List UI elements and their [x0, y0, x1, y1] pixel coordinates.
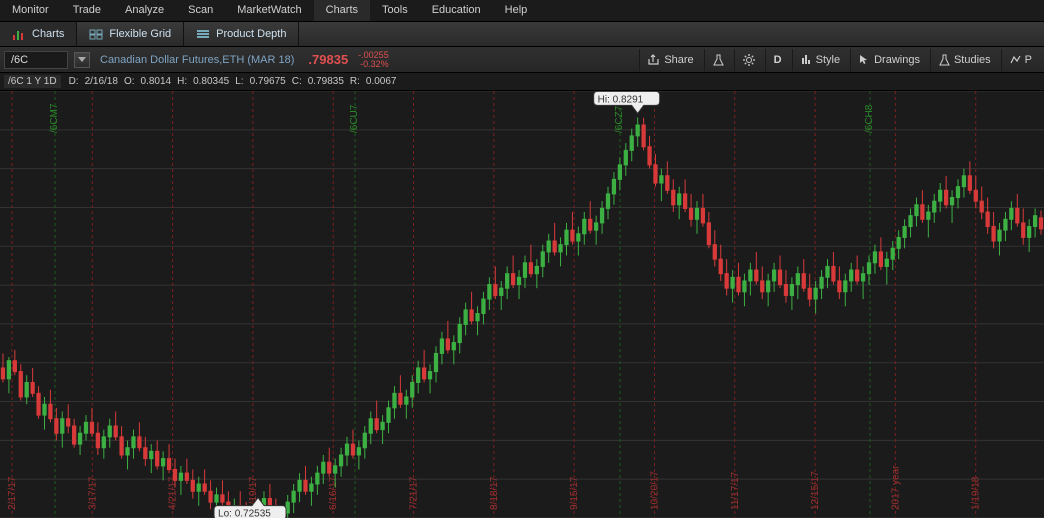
- menu-charts[interactable]: Charts: [314, 0, 370, 21]
- menu-help[interactable]: Help: [493, 0, 540, 21]
- tab-product-depth[interactable]: Product Depth: [184, 22, 299, 46]
- svg-text:12/15/17: 12/15/17: [810, 471, 821, 510]
- menu-monitor[interactable]: Monitor: [0, 0, 61, 21]
- ohlc-low: 0.79675: [248, 76, 288, 87]
- menu-marketwatch[interactable]: MarketWatch: [225, 0, 313, 21]
- menu-education[interactable]: Education: [420, 0, 493, 21]
- studies-button[interactable]: Studies: [930, 49, 999, 71]
- svg-text:10/20/17: 10/20/17: [649, 471, 660, 510]
- ohlc-range: 0.0067: [364, 76, 399, 87]
- menu-analyze[interactable]: Analyze: [113, 0, 176, 21]
- last-price: .79835: [304, 52, 352, 67]
- share-icon: [648, 54, 660, 65]
- flask-icon: [713, 54, 724, 66]
- ohlc-open: 0.8014: [139, 76, 174, 87]
- svg-text:6/16/17: 6/16/17: [328, 476, 339, 510]
- price-change-pct: -0.32%: [358, 60, 389, 69]
- svg-text:8/18/17: 8/18/17: [489, 476, 500, 510]
- symbol-input[interactable]: /6C: [4, 51, 68, 69]
- svg-text:/6CZ7: /6CZ7: [614, 105, 625, 133]
- svg-text:1/19/18: 1/19/18: [971, 476, 982, 510]
- cursor-icon: [859, 54, 870, 65]
- settings-button[interactable]: [734, 49, 763, 71]
- svg-text:/6CU7: /6CU7: [349, 104, 360, 133]
- ohlc-close: 0.79835: [306, 76, 346, 87]
- sub-tabs: Charts Flexible Grid Product Depth: [0, 22, 1044, 47]
- svg-text:Hi: 0.8291: Hi: 0.8291: [598, 94, 644, 105]
- svg-text:Lo: 0.72535: Lo: 0.72535: [218, 509, 271, 518]
- svg-text:/6CM7: /6CM7: [49, 103, 60, 133]
- candlesticks: [1, 117, 1042, 518]
- drawings-button[interactable]: Drawings: [850, 49, 928, 71]
- share-button[interactable]: Share: [639, 49, 701, 71]
- symbol-dropdown-icon[interactable]: [74, 52, 90, 68]
- tab-charts[interactable]: Charts: [0, 22, 77, 46]
- menu-scan[interactable]: Scan: [176, 0, 225, 21]
- patterns-icon: [1010, 54, 1021, 65]
- tab-flexible-grid[interactable]: Flexible Grid: [77, 22, 184, 46]
- svg-text:11/17/17: 11/17/17: [730, 471, 741, 510]
- high-flag: Hi: 0.8291: [594, 91, 660, 113]
- interval-button[interactable]: D: [765, 49, 790, 71]
- svg-text:/6CH8: /6CH8: [864, 104, 875, 133]
- tab-label: Product Depth: [216, 28, 286, 40]
- symbol-description: Canadian Dollar Futures,ETH (MAR 18): [96, 54, 298, 66]
- menu-tools[interactable]: Tools: [370, 0, 420, 21]
- patterns-button[interactable]: P: [1001, 49, 1040, 71]
- studies-icon: [939, 54, 950, 66]
- svg-text:9/15/17: 9/15/17: [569, 476, 580, 510]
- svg-text:7/21/17: 7/21/17: [409, 476, 420, 510]
- svg-text:3/17/17: 3/17/17: [87, 476, 98, 510]
- gear-icon: [743, 54, 755, 66]
- symbol-toolbar: /6C Canadian Dollar Futures,ETH (MAR 18)…: [0, 47, 1044, 73]
- svg-text:4/21/17: 4/21/17: [168, 476, 179, 510]
- ohlc-bar: /6C 1 Y 1D D:2/16/18 O:0.8014 H:0.80345 …: [0, 73, 1044, 91]
- ohlc-high: 0.80345: [191, 76, 231, 87]
- style-icon: [801, 54, 812, 65]
- main-menu: MonitorTradeAnalyzeScanMarketWatchCharts…: [0, 0, 1044, 22]
- timeframe-label[interactable]: /6C 1 Y 1D: [4, 75, 61, 88]
- svg-text:2017 year: 2017 year: [890, 465, 901, 510]
- flask-button[interactable]: [704, 49, 732, 71]
- tab-label: Flexible Grid: [109, 28, 171, 40]
- style-button[interactable]: Style: [792, 49, 848, 71]
- chart-canvas[interactable]: 2/17/173/17/174/21/175/19/176/16/177/21/…: [0, 91, 1044, 518]
- tab-label: Charts: [32, 28, 64, 40]
- ohlc-date: 2/16/18: [83, 76, 120, 87]
- menu-trade[interactable]: Trade: [61, 0, 113, 21]
- svg-text:2/17/17: 2/17/17: [7, 476, 18, 510]
